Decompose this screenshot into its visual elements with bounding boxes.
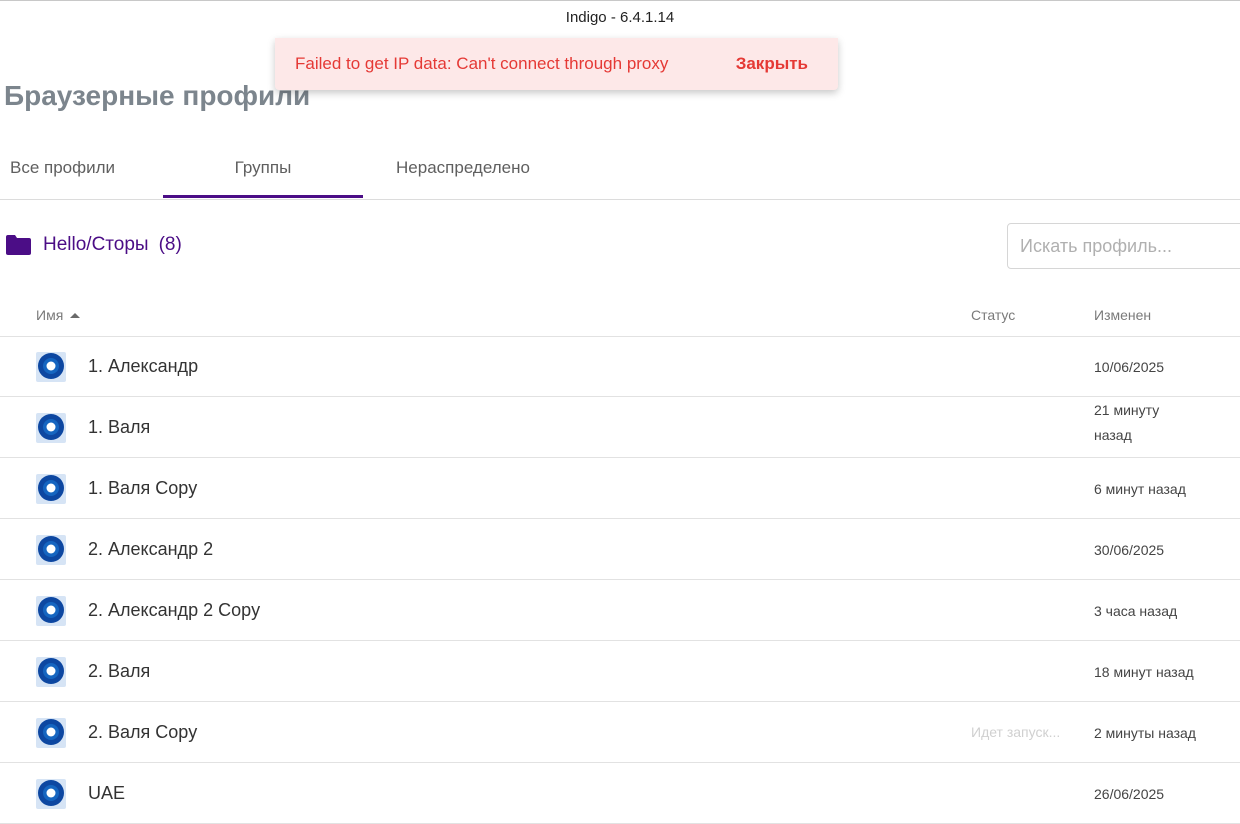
tab-groups[interactable]: Группы xyxy=(163,140,363,198)
profile-name: 1. Александр xyxy=(88,356,199,376)
browser-profile-icon xyxy=(36,596,66,626)
profile-name: 2. Валя xyxy=(88,661,151,681)
table-row[interactable]: 2. Александр 2 Copy 3 часа назад xyxy=(0,580,1240,641)
page-title: Браузерные профили xyxy=(4,80,311,111)
table-row[interactable]: 1. Валя Copy 6 минут назад xyxy=(0,458,1240,519)
profile-changed: 26/06/2025 xyxy=(1094,786,1165,802)
browser-profile-icon xyxy=(36,535,66,565)
tab-unassigned[interactable]: Нераспределено xyxy=(363,140,563,198)
profile-status: Идет запуск... xyxy=(971,724,1061,740)
column-name-header[interactable]: Имя xyxy=(36,307,81,323)
profile-changed: 30/06/2025 xyxy=(1094,542,1165,558)
profile-changed: 10/06/2025 xyxy=(1094,359,1165,375)
profile-changed: 6 минут назад xyxy=(1094,481,1186,497)
table-row[interactable]: 1. Валя 21 минуту назад xyxy=(0,397,1240,458)
column-changed-header: Изменен xyxy=(1094,307,1152,323)
toast-message: Failed to get IP data: Can't connect thr… xyxy=(295,54,669,73)
column-status-header: Статус xyxy=(971,307,1016,323)
browser-profile-icon xyxy=(36,657,66,687)
profile-name: UAE xyxy=(88,783,126,803)
tab-all-profiles[interactable]: Все профили xyxy=(10,140,118,198)
profile-name: 2. Александр 2 xyxy=(88,539,214,559)
search-profile-input[interactable] xyxy=(1007,223,1240,269)
browser-profile-icon xyxy=(36,474,66,504)
profile-name: 2. Александр 2 Copy xyxy=(88,600,261,620)
browser-profile-icon xyxy=(36,718,66,748)
profiles-table: 1. Александр 10/06/2025 1. Валя 21 минут… xyxy=(0,336,1240,824)
profile-name: 1. Валя Copy xyxy=(88,478,198,498)
profile-name: 2. Валя Copy xyxy=(88,722,198,742)
group-count: (8) xyxy=(158,234,182,255)
browser-profile-icon xyxy=(36,779,66,809)
table-row[interactable]: 2. Валя 18 минут назад xyxy=(0,641,1240,702)
table-row[interactable]: UAE 26/06/2025 xyxy=(0,763,1240,824)
window-title: Indigo - 6.4.1.14 xyxy=(565,9,675,26)
table-header: Имя Статус Изменен xyxy=(0,295,1240,337)
window-titlebar: Indigo - 6.4.1.14 xyxy=(0,0,1240,37)
folder-icon xyxy=(6,235,31,255)
profile-name: 1. Валя xyxy=(88,417,151,437)
toast-close-button[interactable]: Закрыть xyxy=(736,54,808,74)
browser-profile-icon xyxy=(36,352,66,382)
profile-changed: 21 минуту назад xyxy=(1094,402,1160,443)
error-toast: Failed to get IP data: Can't connect thr… xyxy=(275,38,838,90)
column-name-label: Имя xyxy=(36,307,64,323)
table-row[interactable]: 1. Александр 10/06/2025 xyxy=(0,336,1240,397)
table-row[interactable]: 2. Валя Copy Идет запуск... 2 минуты наз… xyxy=(0,702,1240,763)
table-row[interactable]: 2. Александр 2 30/06/2025 xyxy=(0,519,1240,580)
profile-changed: 3 часа назад xyxy=(1094,603,1178,619)
profile-tabs: Все профили Группы Нераспределено xyxy=(0,140,1240,200)
group-header: Hello/Сторы (8) xyxy=(6,234,182,256)
group-name[interactable]: Hello/Сторы xyxy=(43,234,149,256)
sort-ascending-icon xyxy=(70,312,81,318)
profile-changed: 2 минуты назад xyxy=(1094,725,1196,741)
browser-profile-icon xyxy=(36,413,66,443)
profile-changed: 18 минут назад xyxy=(1094,664,1194,680)
